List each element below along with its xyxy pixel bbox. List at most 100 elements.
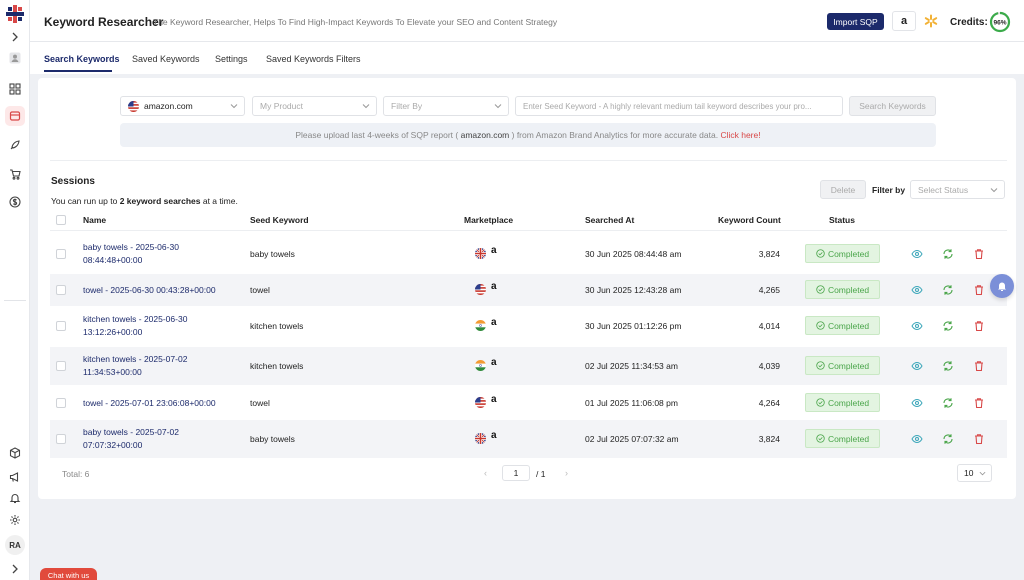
keyword-count: 4,264	[758, 398, 780, 408]
refresh-icon[interactable]	[942, 397, 954, 409]
search-keywords-button[interactable]: Search Keywords	[849, 96, 936, 116]
keyword-count: 4,014	[758, 321, 780, 331]
row-checkbox[interactable]	[56, 398, 66, 408]
row-checkbox[interactable]	[56, 434, 66, 444]
section-divider	[50, 160, 1007, 161]
row-checkbox[interactable]	[56, 361, 66, 371]
grid-icon[interactable]	[5, 79, 25, 99]
marketplace-select[interactable]: amazon.com	[120, 96, 245, 116]
megaphone-icon[interactable]	[5, 467, 25, 487]
row-checkbox[interactable]	[56, 285, 66, 295]
view-eye-icon[interactable]	[911, 397, 923, 409]
view-eye-icon[interactable]	[911, 320, 923, 332]
status-text: Completed	[827, 433, 870, 444]
page-number-input[interactable]: 1	[502, 465, 530, 481]
view-eye-icon[interactable]	[911, 284, 923, 296]
tab-settings[interactable]: Settings	[215, 54, 248, 64]
column-header-seed-keyword[interactable]: Seed Keyword	[250, 215, 309, 225]
session-name-link[interactable]: kitchen towels - 2025-07-02 11:34:53+00:0…	[83, 353, 187, 379]
trash-icon[interactable]	[973, 360, 985, 372]
seed-keyword: baby towels	[250, 434, 295, 444]
product-select[interactable]: My Product	[252, 96, 377, 116]
next-page-button[interactable]: ›	[565, 468, 568, 478]
session-name-line: towel - 2025-06-30 00:43:28+00:00	[83, 285, 216, 295]
expand-sidebar-chevron-icon[interactable]	[5, 27, 25, 47]
check-circle-icon	[816, 249, 825, 258]
table-row[interactable]: baby towels - 2025-07-02 07:07:32+00:00 ba…	[50, 420, 1007, 458]
check-circle-icon	[816, 361, 825, 370]
table-row[interactable]: kitchen towels - 2025-06-30 13:12:26+00:0…	[50, 306, 1007, 346]
total-count: Total: 6	[62, 469, 90, 479]
tab-search-keywords[interactable]: Search Keywords	[44, 54, 120, 64]
status-filter-select[interactable]: Select Status	[910, 180, 1005, 199]
chevron-down-icon	[230, 104, 238, 109]
bell-icon[interactable]	[5, 488, 25, 508]
tab-saved-keywords-filters[interactable]: Saved Keywords Filters	[266, 54, 361, 64]
check-circle-icon	[816, 434, 825, 443]
session-name-link[interactable]: towel - 2025-06-30 00:43:28+00:00	[83, 284, 216, 297]
column-header-keyword-count[interactable]: Keyword Count	[718, 215, 781, 225]
session-name-link[interactable]: kitchen towels - 2025-06-30 13:12:26+00:0…	[83, 313, 187, 339]
notification-bell-button[interactable]	[990, 274, 1014, 298]
notice-marketplace: amazon.com	[460, 130, 510, 140]
status-badge: Completed	[805, 429, 880, 448]
session-name-line: 13:12:26+00:00	[83, 327, 143, 337]
rocket-icon[interactable]	[5, 135, 25, 155]
active-tab-indicator	[44, 70, 112, 72]
previous-page-button[interactable]: ‹	[484, 468, 487, 478]
view-eye-icon[interactable]	[911, 360, 923, 372]
cart-icon[interactable]	[5, 164, 25, 184]
walmart-marketplace-toggle[interactable]	[920, 11, 942, 31]
trash-icon[interactable]	[973, 433, 985, 445]
notice-click-here-link[interactable]: Click here!	[720, 130, 760, 140]
product-placeholder: My Product	[260, 101, 303, 111]
amazon-marketplace-toggle[interactable]: a	[892, 11, 916, 31]
refresh-icon[interactable]	[942, 320, 954, 332]
page-subtitle: The Keyword Researcher, Helps To Find Hi…	[153, 17, 558, 27]
session-name-link[interactable]: towel - 2025-07-01 23:06:08+00:00	[83, 397, 216, 410]
tab-saved-keywords[interactable]: Saved Keywords	[132, 54, 200, 64]
session-name-link[interactable]: baby towels - 2025-07-02 07:07:32+00:00	[83, 426, 179, 452]
select-all-checkbox[interactable]	[56, 215, 66, 225]
trash-icon[interactable]	[973, 320, 985, 332]
column-header-searched-at[interactable]: Searched At	[585, 215, 634, 225]
table-row[interactable]: kitchen towels - 2025-07-02 11:34:53+00:0…	[50, 347, 1007, 385]
trash-icon[interactable]	[973, 284, 985, 296]
column-header-status[interactable]: Status	[829, 215, 855, 225]
collapse-chevron-icon[interactable]	[5, 559, 25, 579]
row-checkbox[interactable]	[56, 249, 66, 259]
refresh-icon[interactable]	[942, 433, 954, 445]
column-header-name[interactable]: Name	[83, 215, 106, 225]
session-name-link[interactable]: baby towels - 2025-06-30 08:44:48+00:00	[83, 241, 179, 267]
avatar[interactable]: RA	[5, 535, 25, 555]
box-icon[interactable]	[5, 443, 25, 463]
trash-icon[interactable]	[973, 397, 985, 409]
keyword-count: 3,824	[758, 434, 780, 444]
table-row[interactable]: baby towels - 2025-06-30 08:44:48+00:00 ba…	[50, 235, 1007, 273]
trash-icon[interactable]	[973, 248, 985, 260]
seed-keyword-input[interactable]: Enter Seed Keyword - A highly relevant m…	[515, 96, 843, 116]
chat-with-us-button[interactable]: Chat with us	[40, 568, 97, 580]
status-badge: Completed	[805, 244, 880, 263]
amazon-icon: a	[491, 317, 497, 328]
view-eye-icon[interactable]	[911, 248, 923, 260]
session-name-line: baby towels - 2025-07-02	[83, 427, 179, 437]
table-row[interactable]: towel - 2025-07-01 23:06:08+00:00 towel a 0…	[50, 387, 1007, 419]
dollar-icon[interactable]	[5, 192, 25, 212]
row-checkbox[interactable]	[56, 321, 66, 331]
refresh-icon[interactable]	[942, 284, 954, 296]
view-eye-icon[interactable]	[911, 433, 923, 445]
searched-at: 30 Jun 2025 08:44:48 am	[585, 249, 682, 259]
refresh-icon[interactable]	[942, 360, 954, 372]
delete-button[interactable]: Delete	[820, 180, 866, 199]
gear-icon[interactable]	[5, 510, 25, 530]
page-size-select[interactable]: 10	[957, 464, 992, 482]
import-sqp-button[interactable]: Import SQP	[827, 13, 884, 30]
table-row[interactable]: towel - 2025-06-30 00:43:28+00:00 towel a 3…	[50, 274, 1007, 306]
keyword-researcher-icon[interactable]	[5, 106, 25, 126]
user-icon[interactable]	[5, 48, 25, 68]
logo-icon[interactable]	[6, 5, 24, 23]
filter-by-select[interactable]: Filter By	[383, 96, 509, 116]
column-header-marketplace[interactable]: Marketplace	[464, 215, 513, 225]
refresh-icon[interactable]	[942, 248, 954, 260]
